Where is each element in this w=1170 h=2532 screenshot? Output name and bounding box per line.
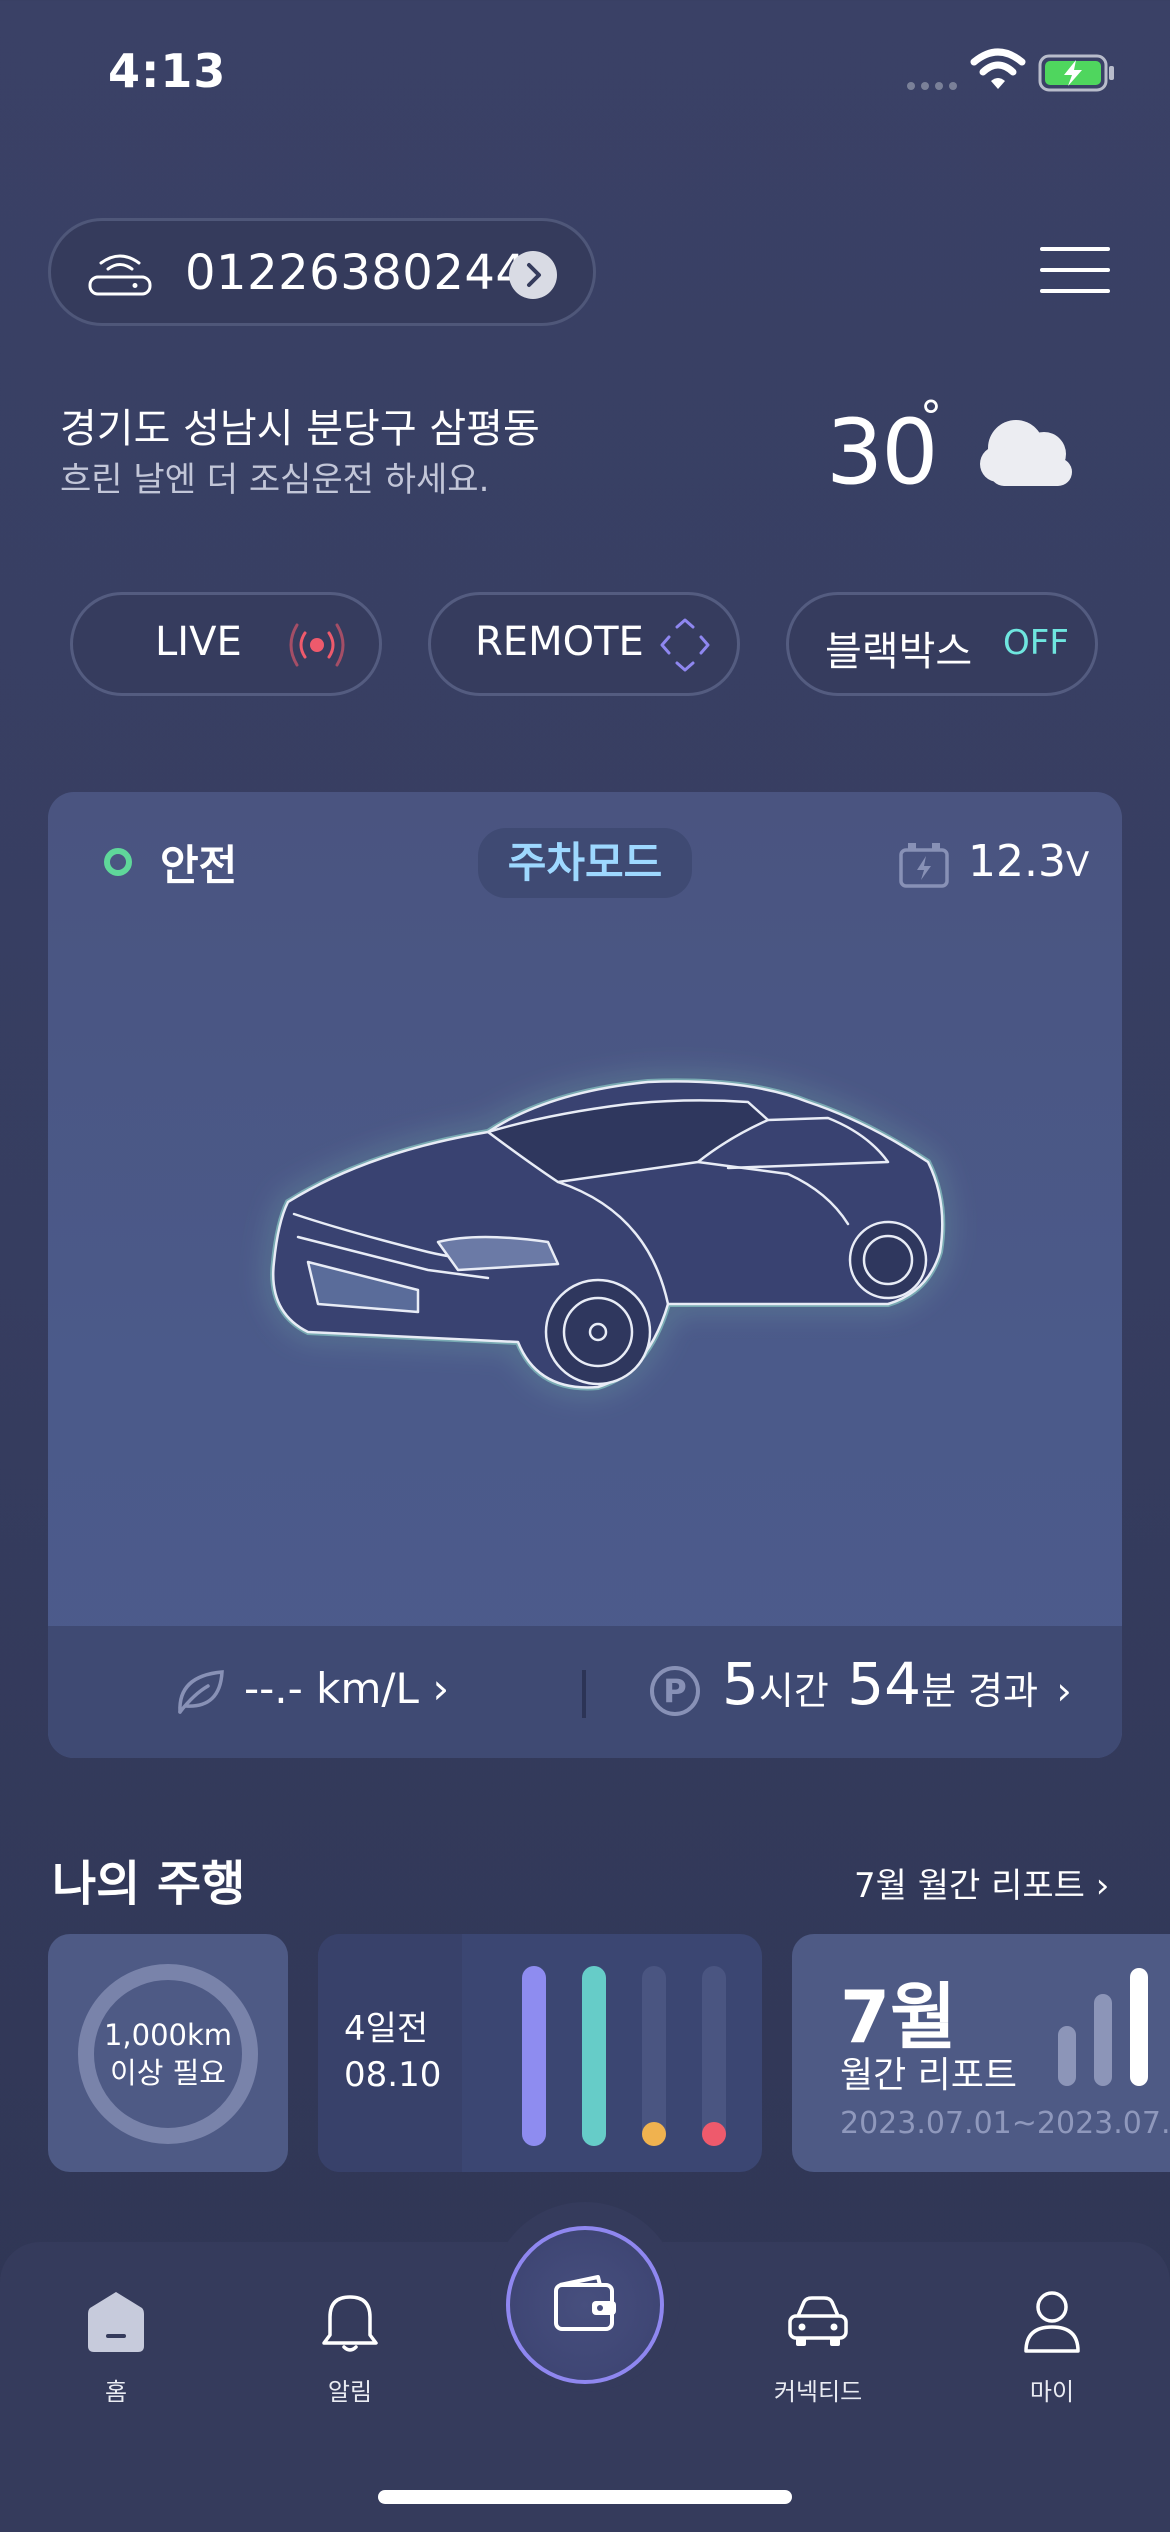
mini-bar-chart-icon [1130, 1968, 1148, 2086]
home-icon [46, 2282, 186, 2362]
status-bar: 4:13 [0, 0, 1170, 150]
mini-bar-chart-icon [1058, 2026, 1076, 2086]
wallet-button[interactable] [506, 2226, 664, 2384]
remote-arrows-icon [660, 618, 710, 672]
blackbox-state: OFF [1003, 623, 1069, 663]
device-id: 01226380244 [185, 245, 527, 301]
fuel-efficiency-link[interactable]: --.- km/L › [244, 1664, 449, 1713]
safe-status-icon [104, 848, 132, 876]
car-illustration [270, 1078, 946, 1391]
chevron-right-icon[interactable] [509, 251, 557, 299]
leaf-icon [178, 1670, 224, 1714]
wifi-icon [970, 48, 1026, 89]
degree-symbol: ° [920, 392, 942, 443]
hamburger-menu-icon[interactable] [1040, 245, 1110, 295]
trip-bar [582, 1966, 606, 2146]
trip-bar-fill [582, 1966, 606, 2146]
trip-bar [702, 1966, 726, 2146]
driving-stats-bar: --.- km/L › P 5시간 54분 경과 › [48, 1626, 1122, 1758]
parking-mode-badge: 주차모드 [478, 828, 692, 898]
parking-duration-link[interactable]: 5시간 54분 경과 › [722, 1650, 1072, 1718]
safety-status: 안전 [160, 841, 238, 890]
monthly-report-link[interactable]: 7월 월간 리포트 › [854, 1858, 1109, 1907]
user-icon [982, 2282, 1122, 2362]
bell-icon [280, 2282, 420, 2362]
router-icon [88, 254, 152, 296]
remote-label: REMOTE [475, 619, 644, 665]
distance-progress-tile[interactable]: 1,000km 이상 필요 [48, 1934, 288, 2172]
tab-connected[interactable]: 커넥티드 [748, 2282, 888, 2407]
blackbox-button[interactable]: 블랙박스 OFF [786, 592, 1098, 696]
wallet-icon [554, 2275, 616, 2331]
tab-bar: 홈 알림 커넥티드 마이 [0, 2202, 1170, 2532]
my-driving-title: 나의 주행 [52, 1856, 246, 1912]
battery-charging-icon [1038, 54, 1114, 92]
battery-voltage: 12.3V [968, 836, 1090, 887]
car-icon [748, 2282, 888, 2362]
device-selector[interactable]: 01226380244 [48, 218, 596, 326]
car-battery-icon [899, 843, 949, 888]
live-label: LIVE [155, 619, 242, 665]
tab-home[interactable]: 홈 [46, 2282, 186, 2407]
chevron-right-icon: › [1056, 1669, 1072, 1713]
tab-alarm[interactable]: 알림 [280, 2282, 420, 2407]
broadcast-icon [289, 623, 345, 667]
home-indicator [378, 2490, 792, 2504]
chevron-right-icon: › [1095, 1866, 1110, 1906]
location-text: 경기도 성남시 분당구 삼평동 [60, 406, 540, 452]
report-date-range: 2023.07.01~2023.07.3 [840, 2106, 1170, 2141]
tab-my[interactable]: 마이 [982, 2282, 1122, 2407]
cloud-icon [980, 420, 1072, 486]
ring-text: 1,000km 이상 필요 [103, 2018, 233, 2090]
status-time: 4:13 [108, 44, 227, 98]
trip-bar [522, 1966, 546, 2146]
report-subtitle: 월간 리포트 [840, 2055, 1018, 2096]
divider [582, 1670, 586, 1718]
vehicle-status-card[interactable]: 안전 주차모드 12.3V --.- km/L › P 5시간 54분 경과 › [48, 792, 1122, 1758]
chevron-right-icon: › [432, 1664, 450, 1713]
live-button[interactable]: LIVE [70, 592, 382, 696]
remote-button[interactable]: REMOTE [428, 592, 740, 696]
trip-bar-dot [642, 2122, 666, 2146]
mini-bar-chart-icon [1094, 1994, 1112, 2086]
trip-bar-dot [702, 2122, 726, 2146]
monthly-report-tile[interactable]: 7월 월간 리포트 2023.07.01~2023.07.3 [792, 1934, 1170, 2172]
blackbox-label: 블랙박스 [825, 629, 973, 675]
trip-bar-fill [522, 1966, 546, 2146]
trip-bar [642, 1966, 666, 2146]
recent-trip-tile[interactable]: 4일전 08.10 [318, 1934, 762, 2172]
parking-icon: P [650, 1666, 700, 1716]
trip-date: 4일전 08.10 [344, 2009, 442, 2095]
weather-tip: 흐린 날엔 더 조심운전 하세요. [60, 460, 490, 500]
cellular-signal-icon [907, 82, 957, 90]
